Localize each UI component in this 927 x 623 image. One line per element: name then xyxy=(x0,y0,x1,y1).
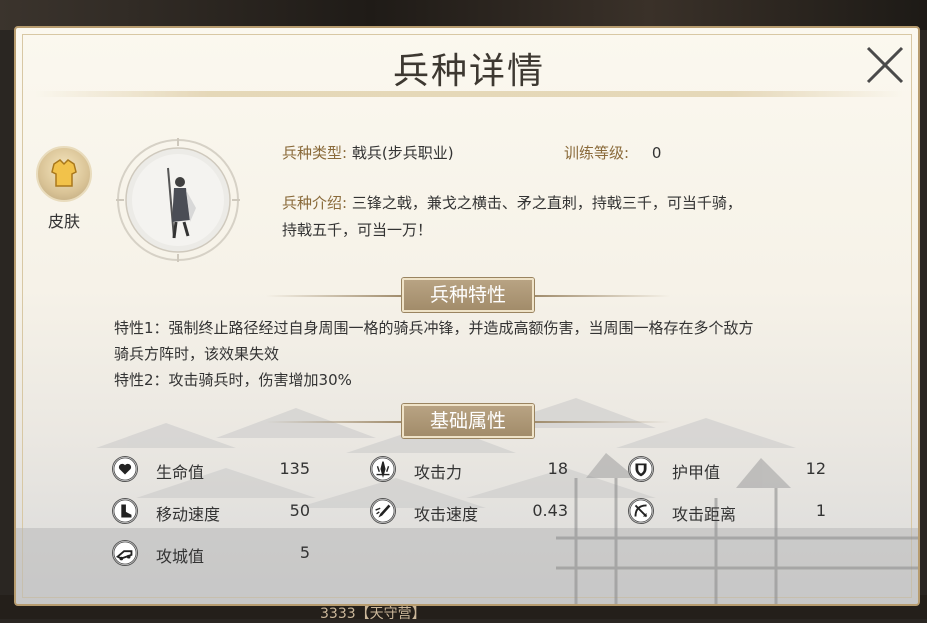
close-icon[interactable] xyxy=(864,44,906,86)
stat-value: 18 xyxy=(547,459,568,478)
range-icon xyxy=(628,498,654,524)
training-level-label: 训练等级: xyxy=(564,144,630,162)
stat-attack-speed: 攻击速度 0.43 xyxy=(370,498,580,528)
unit-type-value: 戟兵(步兵职业) xyxy=(351,144,454,162)
shield-icon xyxy=(628,456,654,482)
stat-name: 护甲值 xyxy=(672,463,721,482)
stat-value: 0.43 xyxy=(532,501,568,520)
unit-intro: 兵种介绍: 三锋之戟，兼戈之横击、矛之直刺，持戟三千，可当千骑， 持戟五千，可当… xyxy=(282,190,742,244)
stat-name: 攻击距离 xyxy=(672,505,737,524)
stat-siege: 攻城值 5 xyxy=(112,540,322,570)
stat-value: 12 xyxy=(805,459,826,478)
unit-intro-line2: 持戟五千，可当一万！ xyxy=(282,221,433,239)
stat-value: 1 xyxy=(815,501,826,520)
stat-attack-range: 攻击距离 1 xyxy=(628,498,838,528)
stat-name: 攻城值 xyxy=(156,547,205,566)
attributes-section-title: 基础属性 xyxy=(402,404,534,438)
stat-name: 生命值 xyxy=(156,463,205,482)
stat-name: 攻击力 xyxy=(414,463,463,482)
training-level-value: 0 xyxy=(651,144,662,162)
unit-intro-label: 兵种介绍: xyxy=(282,194,348,212)
stat-hp: 生命值 135 xyxy=(112,456,322,486)
unit-type-label: 兵种类型: xyxy=(282,144,348,162)
dialog-title: 兵种详情 xyxy=(392,51,545,92)
background-bottom-text: 3333【天守营】 xyxy=(320,606,426,622)
title-divider xyxy=(34,91,904,97)
siege-icon xyxy=(112,540,138,566)
unit-detail-dialog: 兵种详情 皮肤 兵种类型: 戟兵(步兵职业) 训练等级: 0 兵种介绍: 三锋之… xyxy=(14,26,920,606)
stat-attack: 攻击力 18 xyxy=(370,456,580,486)
skin-label: 皮肤 xyxy=(47,212,80,231)
unit-intro-line1: 三锋之戟，兼戈之横击、矛之直刺，持戟三千，可当千骑， xyxy=(351,194,742,212)
attributes-section-header: 基础属性 xyxy=(16,404,918,440)
trait-1-line2: 骑兵方阵时，该效果失效 xyxy=(114,345,280,363)
attack-speed-icon xyxy=(370,498,396,524)
stat-value: 135 xyxy=(279,459,310,478)
attack-icon xyxy=(370,456,396,482)
unit-type-row: 兵种类型: 戟兵(步兵职业) xyxy=(282,142,454,163)
skin-button[interactable]: 皮肤 xyxy=(36,146,92,232)
armor-icon xyxy=(36,146,92,202)
unit-portrait xyxy=(116,138,240,262)
trait-2: 特性2：攻击骑兵时，伤害增加30% xyxy=(114,371,352,389)
training-level-row: 训练等级: 0 xyxy=(564,142,661,163)
traits-section-title: 兵种特性 xyxy=(402,278,534,312)
boot-icon xyxy=(112,498,138,524)
stat-value: 50 xyxy=(289,501,310,520)
traits-section-header: 兵种特性 xyxy=(16,278,918,314)
stat-name: 攻击速度 xyxy=(414,505,479,524)
trait-1-line1: 特性1：强制终止路径经过自身周围一格的骑兵冲锋，并造成高额伤害，当周围一格存在多… xyxy=(114,319,754,337)
stat-armor: 护甲值 12 xyxy=(628,456,838,486)
stat-move-speed: 移动速度 50 xyxy=(112,498,322,528)
stat-name: 移动速度 xyxy=(156,505,221,524)
heart-icon xyxy=(112,456,138,482)
stat-value: 5 xyxy=(299,543,310,562)
